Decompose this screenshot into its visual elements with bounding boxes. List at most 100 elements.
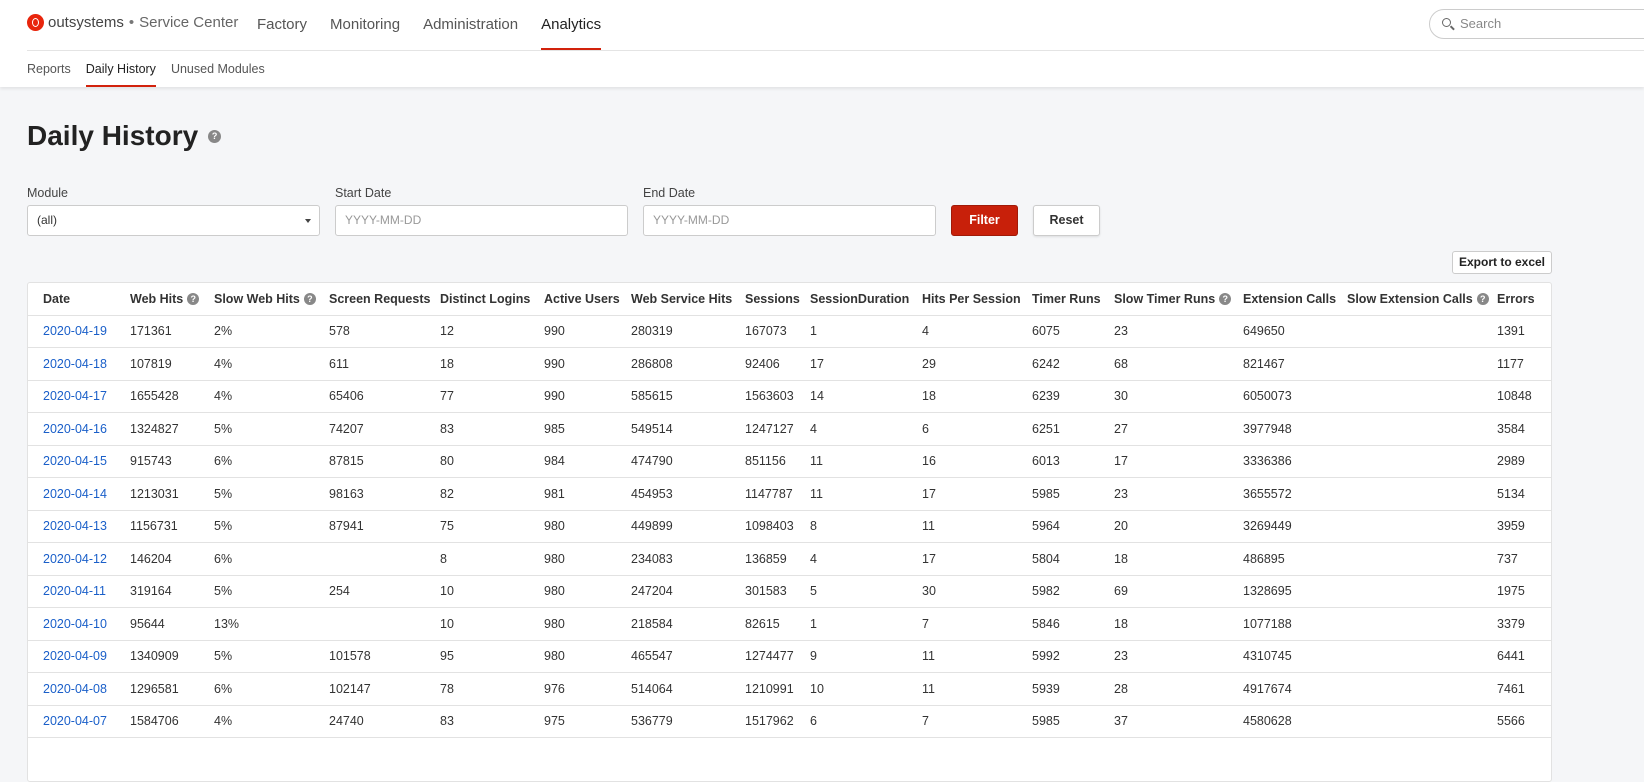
- table-cell: 301583: [745, 575, 810, 608]
- date-link[interactable]: 2020-04-08: [43, 682, 107, 696]
- table-cell: 5939: [1032, 672, 1114, 706]
- end-date-placeholder: YYYY-MM-DD: [653, 213, 730, 227]
- table-cell: 2020-04-09: [28, 640, 130, 673]
- tab-reports[interactable]: Reports: [27, 51, 71, 87]
- question-circle-icon[interactable]: ?: [1219, 293, 1232, 306]
- table-cell: 8: [810, 510, 922, 543]
- end-date-input[interactable]: YYYY-MM-DD: [643, 205, 936, 236]
- column-header[interactable]: Errors: [1497, 283, 1551, 316]
- table-cell: 1156731: [130, 510, 214, 543]
- column-header[interactable]: Sessions: [745, 283, 810, 316]
- table-row: 2020-04-08 1296581 6% 102147 78 976 514064 1210…: [28, 672, 1551, 706]
- question-circle-icon[interactable]: ?: [187, 293, 200, 306]
- table-cell: 2020-04-08: [28, 672, 130, 706]
- page-title: Daily History?: [27, 120, 222, 152]
- date-link[interactable]: 2020-04-19: [43, 324, 107, 338]
- table-cell: 2020-04-11: [28, 575, 130, 608]
- date-link[interactable]: 2020-04-11: [43, 584, 106, 598]
- table-cell: 11: [922, 672, 1032, 706]
- table-cell: 24740: [329, 705, 440, 738]
- table-cell: 14: [810, 380, 922, 413]
- table-cell: 1563603: [745, 380, 810, 413]
- table-cell: 1296581: [130, 672, 214, 706]
- tab-daily-history[interactable]: Daily History: [85, 51, 157, 87]
- column-header[interactable]: Date: [28, 283, 130, 316]
- nav-monitoring[interactable]: Monitoring: [330, 0, 400, 50]
- nav-factory[interactable]: Factory: [257, 0, 307, 50]
- date-link[interactable]: 2020-04-13: [43, 519, 107, 533]
- table-cell: 5804: [1032, 542, 1114, 576]
- table-cell: 5: [810, 575, 922, 608]
- nav-analytics[interactable]: Analytics: [541, 0, 602, 50]
- table-cell: 7: [922, 705, 1032, 738]
- column-header[interactable]: Web Hits?: [130, 283, 214, 316]
- table-cell: 6013: [1032, 445, 1114, 478]
- date-link[interactable]: 2020-04-07: [43, 714, 107, 728]
- brand-separator: •: [128, 14, 135, 31]
- date-link[interactable]: 2020-04-15: [43, 454, 107, 468]
- date-link[interactable]: 2020-04-12: [43, 552, 107, 566]
- table-cell: 82615: [745, 607, 810, 641]
- column-header[interactable]: SessionDuration: [810, 283, 922, 316]
- search-placeholder: Search: [1460, 16, 1502, 31]
- column-header[interactable]: Web Service Hits: [631, 283, 745, 316]
- table-cell: 102147: [329, 672, 440, 706]
- table-row: 2020-04-09 1340909 5% 101578 95 980 465547 1274…: [28, 640, 1551, 673]
- table-cell: 3977948: [1243, 412, 1347, 446]
- table-cell: 95: [440, 640, 544, 673]
- date-link[interactable]: 2020-04-17: [43, 389, 107, 403]
- question-circle-icon[interactable]: ?: [1476, 293, 1489, 306]
- table-cell: 5566: [1497, 705, 1551, 738]
- table-cell: 5%: [214, 477, 329, 511]
- table-cell: 7: [922, 607, 1032, 641]
- column-header-label: Hits Per Session: [922, 291, 1021, 306]
- start-date-placeholder: YYYY-MM-DD: [345, 213, 422, 227]
- column-header[interactable]: Extension Calls: [1243, 283, 1347, 316]
- table-cell: 990: [544, 380, 631, 413]
- table-cell: 234083: [631, 542, 745, 576]
- table-cell: [1347, 607, 1497, 641]
- table-cell: 1324827: [130, 412, 214, 446]
- tab-unused-modules[interactable]: Unused Modules: [171, 51, 265, 87]
- date-link[interactable]: 2020-04-10: [43, 617, 107, 631]
- product-name: Service Center: [139, 14, 239, 31]
- start-date-input[interactable]: YYYY-MM-DD: [335, 205, 628, 236]
- page-title-text: Daily History: [27, 120, 199, 151]
- nav-administration[interactable]: Administration: [423, 0, 518, 50]
- table-cell: 171361: [130, 315, 214, 348]
- table-cell: 17: [922, 542, 1032, 576]
- column-header[interactable]: Slow Timer Runs?: [1114, 283, 1243, 316]
- module-select[interactable]: (all): [27, 205, 320, 236]
- column-header[interactable]: Slow Web Hits?: [214, 283, 329, 316]
- column-header[interactable]: Slow Extension Calls?: [1347, 283, 1497, 316]
- table-cell: 87815: [329, 445, 440, 478]
- column-header[interactable]: Timer Runs: [1032, 283, 1114, 316]
- table-cell: 2020-04-13: [28, 510, 130, 543]
- table-cell: 17: [810, 347, 922, 381]
- reset-button[interactable]: Reset: [1033, 205, 1100, 236]
- column-header-label: Slow Web Hits: [214, 291, 300, 306]
- date-link[interactable]: 2020-04-09: [43, 649, 107, 663]
- logo[interactable]: outsystems • Service Center: [27, 14, 238, 31]
- column-header[interactable]: Distinct Logins: [440, 283, 544, 316]
- table-cell: 4917674: [1243, 672, 1347, 706]
- table-cell: 980: [544, 640, 631, 673]
- filter-button[interactable]: Filter: [951, 205, 1018, 236]
- table-cell: 4%: [214, 705, 329, 738]
- question-circle-icon[interactable]: ?: [208, 129, 222, 143]
- export-to-excel-button[interactable]: Export to excel: [1452, 251, 1552, 274]
- date-link[interactable]: 2020-04-16: [43, 422, 107, 436]
- question-circle-icon[interactable]: ?: [303, 293, 316, 306]
- column-header[interactable]: Hits Per Session: [922, 283, 1032, 316]
- table-cell: 87941: [329, 510, 440, 543]
- date-link[interactable]: 2020-04-14: [43, 487, 107, 501]
- search-input[interactable]: Search: [1429, 9, 1644, 39]
- table-cell: 5134: [1497, 477, 1551, 511]
- table-cell: 280319: [631, 315, 745, 348]
- column-header[interactable]: Screen Requests: [329, 283, 440, 316]
- table-cell: [329, 607, 440, 641]
- column-header[interactable]: Active Users: [544, 283, 631, 316]
- date-link[interactable]: 2020-04-18: [43, 357, 107, 371]
- table-cell: 101578: [329, 640, 440, 673]
- table-cell: 611: [329, 347, 440, 381]
